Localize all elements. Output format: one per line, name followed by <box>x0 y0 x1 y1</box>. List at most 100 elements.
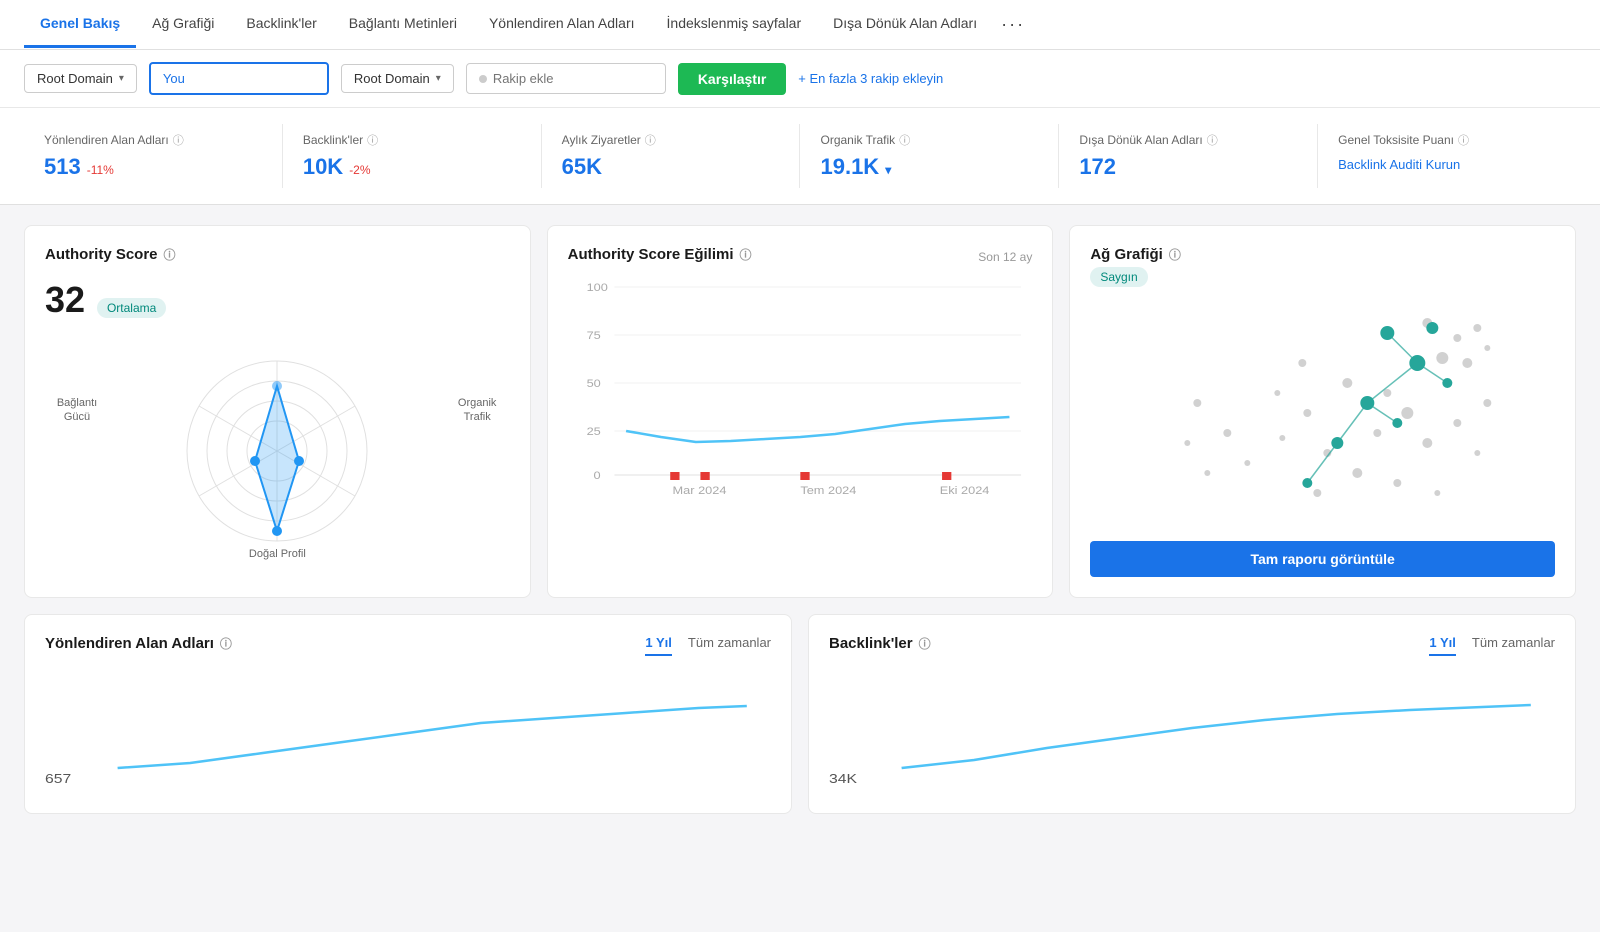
chevron-down-organik-icon: ▾ <box>885 163 891 177</box>
backlinks-time-tabs: 1 Yıl Tüm zamanlar <box>1429 635 1555 656</box>
radar-svg <box>167 351 387 551</box>
network-svg <box>1090 303 1555 533</box>
bottom-cards-row: Yönlendiren Alan Adları ⓘ 1 Yıl Tüm zama… <box>24 614 1576 814</box>
root-domain-dropdown-2[interactable]: Root Domain ▾ <box>341 64 454 93</box>
cards-row: Authority Score ⓘ 32 Ortalama <box>24 225 1576 598</box>
svg-text:100: 100 <box>586 281 608 294</box>
view-full-report-button[interactable]: Tam raporu görüntüle <box>1090 541 1555 577</box>
stat-backlinkler: Backlink'ler ⓘ 10K -2% <box>283 124 542 188</box>
svg-text:657: 657 <box>45 772 71 786</box>
svg-text:25: 25 <box>586 425 601 438</box>
dropdown2-label: Root Domain <box>354 71 430 86</box>
stat-value-yonlendiren: 513 -11% <box>44 154 262 180</box>
dropdown1-label: Root Domain <box>37 71 113 86</box>
nav-ag-grafigi[interactable]: Ağ Grafiği <box>136 1 230 48</box>
you-input[interactable] <box>149 62 329 95</box>
referring-tab-all[interactable]: Tüm zamanlar <box>688 635 771 656</box>
stat-label-yonlendiren: Yönlendiren Alan Adları ⓘ <box>44 132 262 148</box>
stat-value-organik[interactable]: 19.1K ▾ <box>820 154 1038 180</box>
stats-bar: Yönlendiren Alan Adları ⓘ 513 -11% Backl… <box>0 108 1600 205</box>
average-badge: Ortalama <box>97 298 166 318</box>
stat-value-disa: 172 <box>1079 154 1297 180</box>
svg-text:Tem 2024: Tem 2024 <box>800 484 856 497</box>
backlinks-chart: 34K <box>829 668 1555 788</box>
authority-score-value: 32 <box>45 279 85 321</box>
stat-yonlendiren: Yönlendiren Alan Adları ⓘ 513 -11% <box>24 124 283 188</box>
trend-svg: 100 75 50 25 0 Mar 2024 Tem 2024 <box>568 279 1033 499</box>
network-graph-card: Ağ Grafiği ⓘ Saygın <box>1069 225 1576 598</box>
info-icon-trend[interactable]: ⓘ <box>740 246 752 263</box>
info-icon-disa[interactable]: ⓘ <box>1207 132 1218 148</box>
trend-title: Authority Score Eğilimi ⓘ <box>568 246 752 263</box>
stat-label-organik: Organik Trafik ⓘ <box>820 132 1038 148</box>
stat-label-aylik: Aylık Ziyaretler ⓘ <box>562 132 780 148</box>
info-icon-toksisite[interactable]: ⓘ <box>1458 132 1469 148</box>
stat-disa-donuk: Dışa Dönük Alan Adları ⓘ 172 <box>1059 124 1318 188</box>
network-saygın-badge: Saygın <box>1090 267 1147 287</box>
info-icon-network[interactable]: ⓘ <box>1169 246 1181 263</box>
top-navigation: Genel Bakış Ağ Grafiği Backlink'ler Bağl… <box>0 0 1600 50</box>
stat-organik: Organik Trafik ⓘ 19.1K ▾ <box>800 124 1059 188</box>
nav-baglanti-metinleri[interactable]: Bağlantı Metinleri <box>333 1 473 48</box>
radar-label-organik: OrganikTrafik <box>445 396 510 425</box>
add-competitors-link[interactable]: + En fazla 3 rakip ekleyin <box>798 71 943 86</box>
toolbar: Root Domain ▾ Root Domain ▾ Karşılaştır … <box>0 50 1600 108</box>
nav-indekslenmis[interactable]: İndekslenmiş sayfalar <box>651 1 818 48</box>
main-content: Authority Score ⓘ 32 Ortalama <box>0 205 1600 834</box>
authority-score-title: Authority Score ⓘ <box>45 246 510 263</box>
referring-time-tabs: 1 Yıl Tüm zamanlar <box>645 635 771 656</box>
backlinks-bottom-card: Backlink'ler ⓘ 1 Yıl Tüm zamanlar 34K <box>808 614 1576 814</box>
backlinks-chart-svg: 34K <box>829 668 1555 788</box>
radar-label-dogal: Doğal Profil <box>249 547 306 561</box>
backlinks-tab-1yr[interactable]: 1 Yıl <box>1429 635 1456 656</box>
stat-label-toksisite: Genel Toksisite Puanı ⓘ <box>1338 132 1556 148</box>
info-icon-referring-bottom[interactable]: ⓘ <box>220 635 232 652</box>
info-icon-yonlendiren[interactable]: ⓘ <box>173 132 184 148</box>
svg-text:34K: 34K <box>829 772 857 786</box>
info-icon-aylik[interactable]: ⓘ <box>645 132 656 148</box>
stat-label-backlinkler: Backlink'ler ⓘ <box>303 132 521 148</box>
svg-text:Mar 2024: Mar 2024 <box>672 484 726 497</box>
stat-label-disa: Dışa Dönük Alan Adları ⓘ <box>1079 132 1297 148</box>
network-graph-visual <box>1090 303 1555 533</box>
competitor-input[interactable] <box>493 71 653 86</box>
svg-text:Eki 2024: Eki 2024 <box>939 484 989 497</box>
network-title: Ağ Grafiği ⓘ <box>1090 246 1555 263</box>
stat-toksisite: Genel Toksisite Puanı ⓘ Backlink Auditi … <box>1318 124 1576 188</box>
authority-score-card: Authority Score ⓘ 32 Ortalama <box>24 225 531 598</box>
nav-more-button[interactable]: ··· <box>993 0 1033 49</box>
svg-text:50: 50 <box>586 377 601 390</box>
chevron-down-icon: ▾ <box>119 73 124 84</box>
referring-domains-bottom-card: Yönlendiren Alan Adları ⓘ 1 Yıl Tüm zama… <box>24 614 792 814</box>
chevron-down-icon-2: ▾ <box>436 73 441 84</box>
referring-domains-bottom-title: Yönlendiren Alan Adları ⓘ <box>45 635 232 652</box>
competitor-dot-icon <box>479 75 487 83</box>
backlinks-tab-all[interactable]: Tüm zamanlar <box>1472 635 1555 656</box>
info-icon-backlinks-bottom[interactable]: ⓘ <box>919 635 931 652</box>
info-icon-authority[interactable]: ⓘ <box>164 246 176 263</box>
radar-chart: BağlantıGücü OrganikTrafik Doğal Profil <box>45 341 510 561</box>
nav-yonlendiren-alan[interactable]: Yönlendiren Alan Adları <box>473 1 651 48</box>
stat-change-yonlendiren: -11% <box>87 163 114 177</box>
backlinks-header: Backlink'ler ⓘ 1 Yıl Tüm zamanlar <box>829 635 1555 656</box>
referring-domains-chart: 657 <box>45 668 771 788</box>
referring-tab-1yr[interactable]: 1 Yıl <box>645 635 672 656</box>
nav-genel-bakis[interactable]: Genel Bakış <box>24 1 136 48</box>
competitor-input-wrapper[interactable] <box>466 63 666 94</box>
nav-disa-donuk[interactable]: Dışa Dönük Alan Adları <box>817 1 993 48</box>
svg-text:75: 75 <box>586 329 601 342</box>
info-icon-organik[interactable]: ⓘ <box>899 132 910 148</box>
nav-backlinkler[interactable]: Backlink'ler <box>230 1 332 48</box>
radar-label-baglanti: BağlantıGücü <box>47 396 107 425</box>
stat-aylik-ziyaretler: Aylık Ziyaretler ⓘ 65K <box>542 124 801 188</box>
trend-chart: 100 75 50 25 0 Mar 2024 Tem 2024 <box>568 279 1033 499</box>
info-icon-backlinkler[interactable]: ⓘ <box>367 132 378 148</box>
compare-button[interactable]: Karşılaştır <box>678 63 786 95</box>
stat-value-aylik: 65K <box>562 154 780 180</box>
stat-value-backlinkler: 10K -2% <box>303 154 521 180</box>
trend-period: Son 12 ay <box>978 250 1032 264</box>
referring-chart-svg: 657 <box>45 668 771 788</box>
backlink-audit-link[interactable]: Backlink Auditi Kurun <box>1338 157 1460 172</box>
root-domain-dropdown-1[interactable]: Root Domain ▾ <box>24 64 137 93</box>
authority-trend-card: Authority Score Eğilimi ⓘ Son 12 ay 100 … <box>547 225 1054 598</box>
